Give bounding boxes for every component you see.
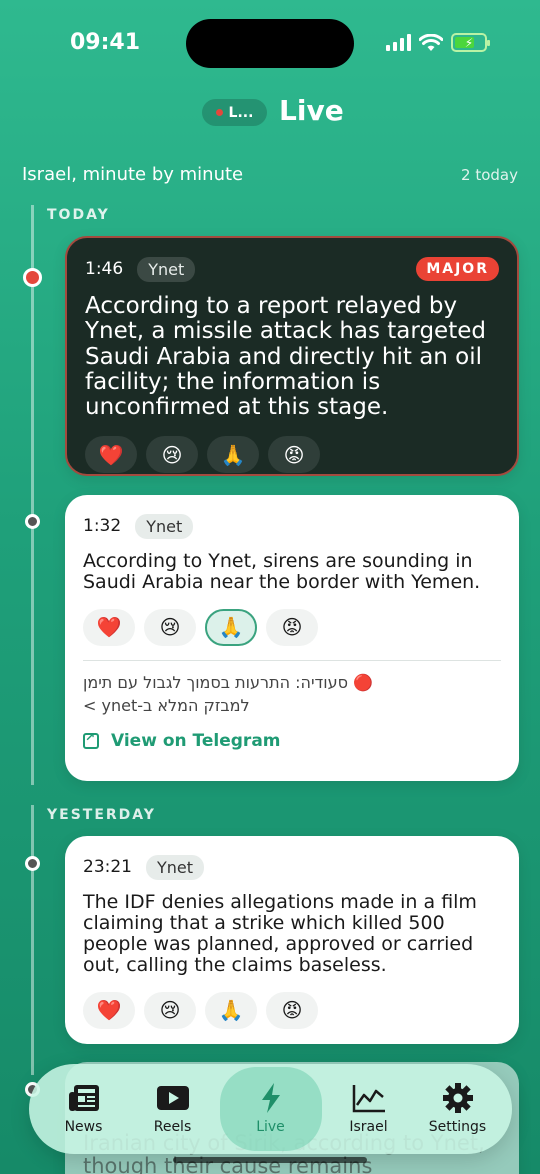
tab-label: Live xyxy=(256,1119,285,1135)
tab-label: Settings xyxy=(428,1119,487,1135)
angry-reaction-button[interactable]: 😡 xyxy=(266,991,318,1029)
cry-reaction-button[interactable]: 😢 xyxy=(146,436,198,474)
card-time: 23:21 xyxy=(83,857,132,877)
header: L... Live xyxy=(0,94,540,130)
newspaper-icon xyxy=(68,1085,99,1111)
external-link-icon xyxy=(83,730,99,750)
status-bar: 09:41 ⚡ xyxy=(0,0,540,90)
cry-reaction-button[interactable]: 😢 xyxy=(144,608,196,646)
card-time: 1:46 xyxy=(85,259,124,279)
pray-reaction-button[interactable]: 🙏 xyxy=(205,991,257,1029)
view-on-telegram-link[interactable]: View on Telegram xyxy=(83,730,501,752)
heart-reaction-button[interactable]: ❤️ xyxy=(83,608,135,646)
card-time: 1:32 xyxy=(83,516,122,536)
timeline-line xyxy=(31,205,34,785)
tab-label: Reels xyxy=(153,1119,192,1135)
reactions: ❤️ 😢 🙏 😡 xyxy=(83,608,501,646)
page-title: Live xyxy=(279,94,344,127)
bolt-icon xyxy=(261,1083,280,1113)
original-message: 🔴 סעודיה: התרעות בסמוך לגבול עם תימן למב… xyxy=(83,671,501,717)
tab-news[interactable]: News xyxy=(42,1073,126,1145)
dynamic-island xyxy=(186,19,354,68)
card-text: According to a report relayed by Ynet, a… xyxy=(85,293,486,421)
timeline-dot-major xyxy=(23,268,42,287)
timeline-line xyxy=(31,805,34,1075)
tab-label: Israel xyxy=(349,1119,388,1135)
source-badge: Ynet xyxy=(135,513,194,539)
battery-icon: ⚡ xyxy=(451,33,490,52)
wifi-icon xyxy=(419,33,443,51)
reactions: ❤️ 😢 🙏 😡 xyxy=(83,991,501,1029)
heart-reaction-button[interactable]: ❤️ xyxy=(83,991,135,1029)
news-card[interactable]: 23:21 Ynet The IDF denies allegations ma… xyxy=(65,836,519,1044)
clock: 09:41 xyxy=(70,30,141,55)
tab-live[interactable]: Live xyxy=(219,1067,322,1151)
signal-icon xyxy=(386,34,411,51)
play-icon xyxy=(156,1086,189,1110)
live-status-pill[interactable]: L... xyxy=(202,99,267,126)
gear-icon xyxy=(442,1083,473,1113)
tab-israel[interactable]: Israel xyxy=(327,1073,411,1145)
home-indicator[interactable] xyxy=(173,1157,367,1163)
heart-reaction-button[interactable]: ❤️ xyxy=(85,436,137,474)
major-badge: MAJOR xyxy=(416,257,499,281)
feed-count: 2 today xyxy=(461,166,518,184)
live-pill-label: L... xyxy=(228,104,254,121)
tab-bar: News Reels Live Israel Settings xyxy=(29,1064,512,1154)
section-label-yesterday: YESTERDAY xyxy=(47,807,156,823)
status-icons: ⚡ xyxy=(386,33,490,52)
pray-reaction-button[interactable]: 🙏 xyxy=(205,608,257,646)
tab-label: News xyxy=(64,1119,103,1135)
original-line: למבזק המלא ב-ynet > xyxy=(83,695,250,715)
angry-reaction-button[interactable]: 😡 xyxy=(268,436,320,474)
section-label-today: TODAY xyxy=(47,207,110,223)
source-badge: Ynet xyxy=(146,854,205,880)
timeline-dot xyxy=(25,514,40,529)
timeline-dot xyxy=(25,856,40,871)
reactions: ❤️ 😢 🙏 😡 xyxy=(85,436,499,474)
link-label: View on Telegram xyxy=(111,731,281,752)
angry-reaction-button[interactable]: 😡 xyxy=(266,608,318,646)
source-badge: Ynet xyxy=(137,256,196,282)
chart-icon xyxy=(352,1085,385,1113)
divider xyxy=(83,659,501,661)
tab-settings[interactable]: Settings xyxy=(416,1073,500,1145)
card-text: According to Ynet, sirens are sounding i… xyxy=(83,550,481,593)
card-text: The IDF denies allegations made in a fil… xyxy=(83,891,477,976)
news-card[interactable]: 1:32 Ynet According to Ynet, sirens are … xyxy=(65,495,519,781)
tab-reels[interactable]: Reels xyxy=(131,1073,215,1145)
feed-subtitle: Israel, minute by minute xyxy=(22,164,244,185)
cry-reaction-button[interactable]: 😢 xyxy=(144,991,196,1029)
pray-reaction-button[interactable]: 🙏 xyxy=(207,436,259,474)
news-card-major[interactable]: 1:46 Ynet MAJOR According to a report re… xyxy=(65,236,519,476)
original-line: 🔴 סעודיה: התרעות בסמוך לגבול עם תימן xyxy=(83,672,374,692)
live-dot-icon xyxy=(215,109,223,116)
